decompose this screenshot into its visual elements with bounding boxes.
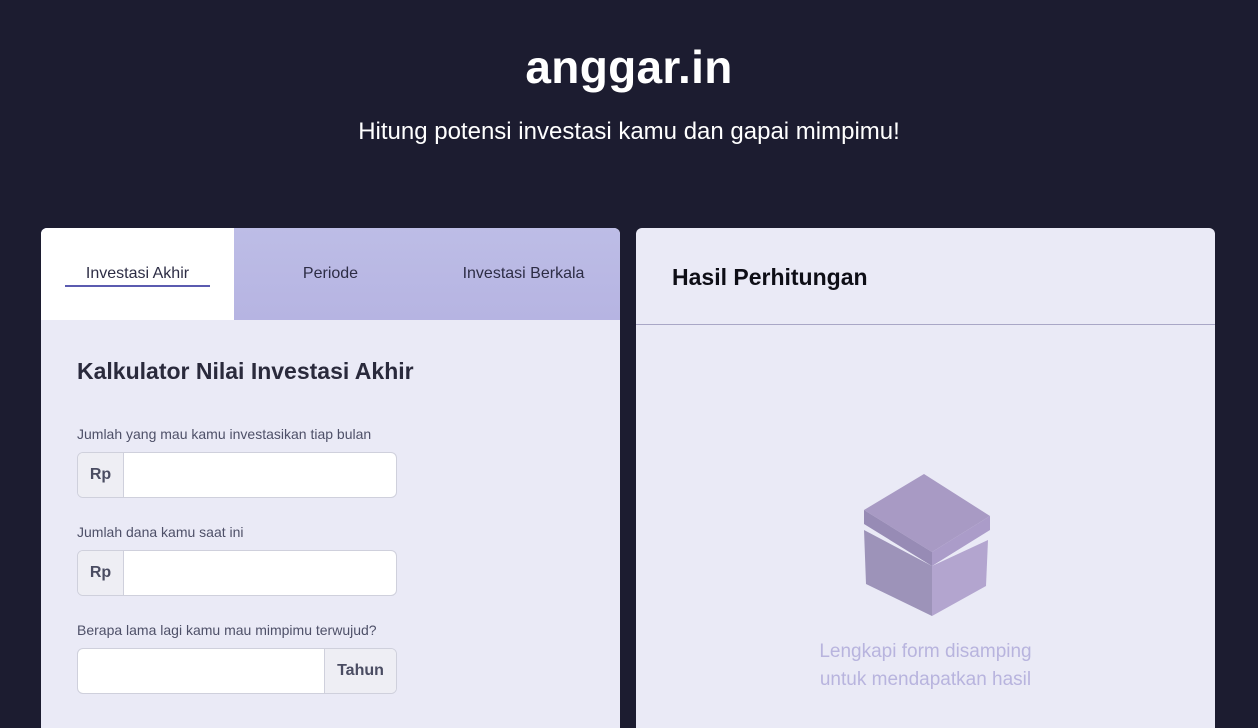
result-card: Hasil Perhitungan Lengkapi form disampin… (636, 228, 1215, 728)
currency-addon: Rp (78, 453, 124, 497)
current-funds-input[interactable] (124, 551, 396, 595)
active-tab-indicator (65, 285, 210, 287)
tab-investasi-berkala[interactable]: Investasi Berkala (427, 228, 620, 320)
tab-bar: Investasi Akhir Periode Investasi Berkal… (41, 228, 620, 320)
duration-input[interactable] (78, 649, 324, 693)
empty-state-line-1: Lengkapi form disamping (819, 641, 1032, 662)
box-icon (864, 474, 990, 616)
tab-investasi-akhir[interactable]: Investasi Akhir (41, 228, 234, 320)
brand-logo-text: anggar.in (525, 41, 733, 93)
empty-state-line-2: untuk mendapatkan hasil (819, 669, 1032, 690)
current-funds-label: Jumlah dana kamu saat ini (77, 524, 244, 540)
duration-group: Tahun (77, 648, 397, 694)
tagline: Hitung potensi investasi kamu dan gapai … (358, 118, 900, 145)
currency-addon: Rp (78, 551, 124, 595)
duration-label: Berapa lama lagi kamu mau mimpimu terwuj… (77, 622, 377, 638)
tab-periode[interactable]: Periode (234, 228, 427, 320)
calculator-card: Investasi Akhir Periode Investasi Berkal… (41, 228, 620, 728)
monthly-investment-label: Jumlah yang mau kamu investasikan tiap b… (77, 426, 372, 442)
divider (636, 324, 1215, 325)
tab-label: Investasi Akhir (85, 265, 190, 282)
current-funds-group: Rp (77, 550, 397, 596)
tab-label: Periode (302, 265, 359, 282)
monthly-investment-input[interactable] (124, 453, 396, 497)
tab-label: Investasi Berkala (462, 265, 585, 282)
form-title: Kalkulator Nilai Investasi Akhir (77, 358, 414, 384)
years-addon: Tahun (324, 649, 396, 693)
result-title: Hasil Perhitungan (672, 264, 868, 290)
empty-state-message: Lengkapi form disamping untuk mendapatka… (636, 638, 1215, 694)
monthly-investment-group: Rp (77, 452, 397, 498)
